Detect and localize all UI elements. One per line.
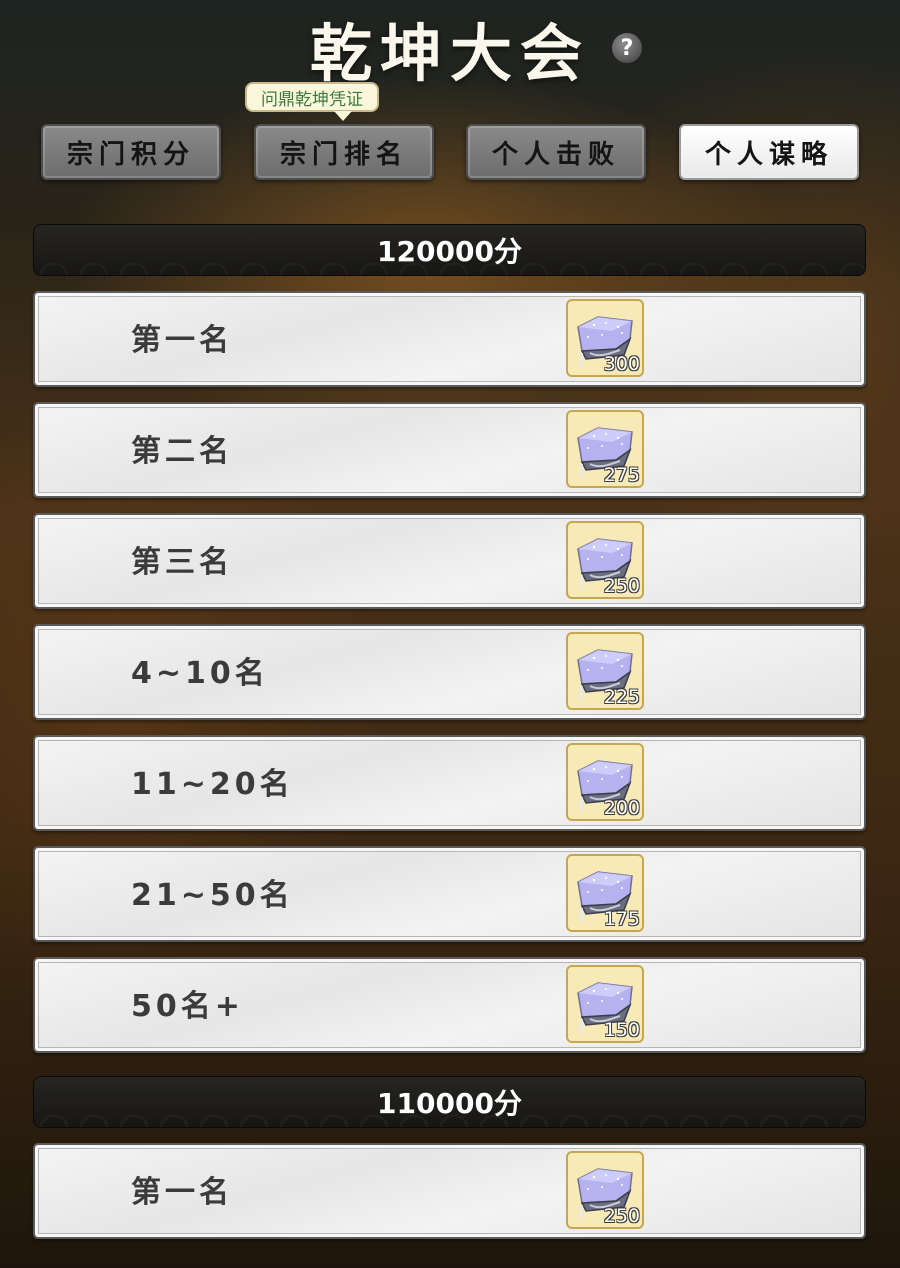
reward-row: 第一名 300	[33, 291, 866, 387]
tooltip-bubble: 问鼎乾坤凭证	[245, 82, 379, 112]
reward-row: 4~10名 225	[33, 624, 866, 720]
reward-count: 250	[603, 575, 640, 597]
rank-label: 第二名	[131, 434, 233, 469]
tooltip-arrow	[334, 111, 352, 121]
reward-slot[interactable]: 225	[566, 632, 644, 710]
reward-count: 300	[603, 353, 640, 375]
reward-count: 275	[603, 464, 640, 486]
reward-count: 175	[603, 908, 640, 930]
score-tier-label: 110000分	[377, 1087, 522, 1120]
reward-slot[interactable]: 150	[566, 965, 644, 1043]
help-question-icon[interactable]: ?	[610, 31, 644, 65]
score-tier-label: 120000分	[377, 235, 522, 268]
rank-label: 21~50名	[131, 878, 294, 913]
reward-row: 第一名 250	[33, 1143, 866, 1239]
reward-count: 150	[603, 1019, 640, 1041]
rank-label: 11~20名	[131, 767, 294, 802]
tab-personal-defeats[interactable]: 个人击败	[466, 124, 646, 180]
rank-label: 第三名	[131, 545, 233, 580]
score-tier-header: 110000分	[33, 1076, 866, 1128]
rank-label: 第一名	[131, 323, 233, 358]
reward-slot[interactable]: 275	[566, 410, 644, 488]
tab-personal-strategy[interactable]: 个人谋略	[679, 124, 859, 180]
reward-slot[interactable]: 200	[566, 743, 644, 821]
score-tier-header: 120000分	[33, 224, 866, 276]
tab-sect-ranking[interactable]: 宗门排名	[254, 124, 434, 180]
reward-row: 21~50名 175	[33, 846, 866, 942]
reward-slot[interactable]: 250	[566, 1151, 644, 1229]
reward-slot[interactable]: 250	[566, 521, 644, 599]
reward-row: 第三名 250	[33, 513, 866, 609]
tab-sect-points[interactable]: 宗门积分	[41, 124, 221, 180]
reward-count: 250	[603, 1205, 640, 1227]
reward-row: 第二名 275	[33, 402, 866, 498]
rank-label: 4~10名	[131, 656, 269, 691]
reward-count: 200	[603, 797, 640, 819]
rank-label: 50名+	[131, 989, 244, 1024]
reward-slot[interactable]: 175	[566, 854, 644, 932]
reward-row: 50名+ 150	[33, 957, 866, 1053]
tooltip-text: 问鼎乾坤凭证	[261, 89, 363, 110]
reward-row: 11~20名 200	[33, 735, 866, 831]
rank-label: 第一名	[131, 1175, 233, 1210]
reward-count: 225	[603, 686, 640, 708]
page-title: 乾坤大会	[309, 17, 590, 90]
reward-slot[interactable]: 300	[566, 299, 644, 377]
